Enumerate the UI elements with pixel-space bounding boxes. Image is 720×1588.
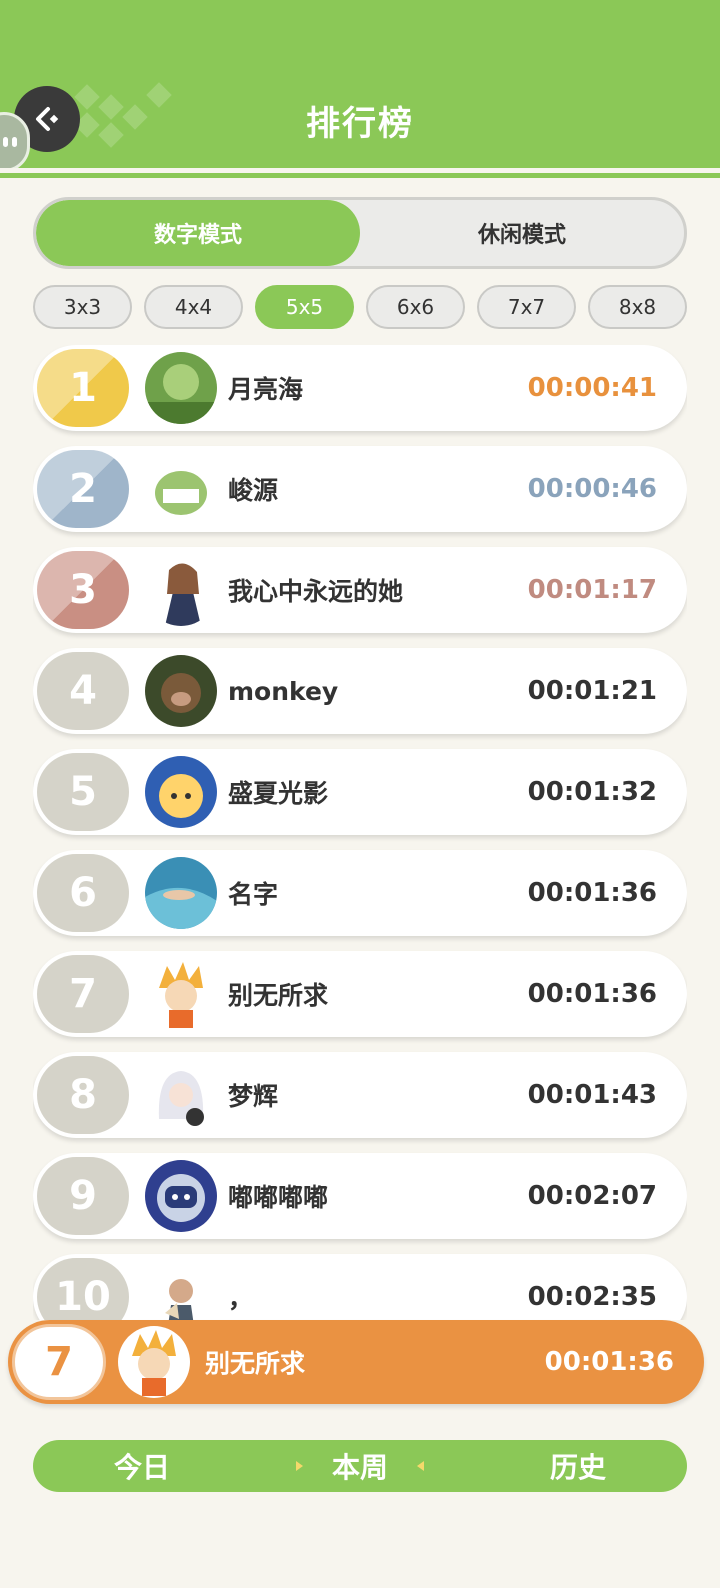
rank-badge: 6 xyxy=(37,854,129,932)
size-3x3-button[interactable]: 3x3 xyxy=(33,285,132,329)
my-finish-time: 00:01:36 xyxy=(544,1347,674,1377)
user-name: 盛夏光影 xyxy=(228,779,329,808)
rank-badge: 5 xyxy=(37,753,129,831)
tab-history[interactable]: 历史 xyxy=(469,1446,687,1486)
my-avatar xyxy=(118,1326,190,1398)
user-name: 嘟嘟嘟嘟 xyxy=(228,1183,329,1212)
rank-badge: 8 xyxy=(37,1056,129,1134)
rank-badge: 3 xyxy=(37,551,129,629)
ranking-row[interactable]: 7 别无所求 00:01:36 xyxy=(33,951,687,1037)
user-name: 名字 xyxy=(228,880,279,909)
my-rank-bar[interactable]: 7 别无所求 00:01:36 xyxy=(8,1320,704,1404)
my-rank-badge: 7 xyxy=(12,1324,106,1400)
size-4x4-button[interactable]: 4x4 xyxy=(144,285,243,329)
user-name: 月亮海 xyxy=(228,375,304,404)
ranking-row[interactable]: 9 嘟嘟嘟嘟 00:02:07 xyxy=(33,1153,687,1239)
avatar xyxy=(145,857,217,929)
avatar xyxy=(145,554,217,626)
rank-badge: 2 xyxy=(37,450,129,528)
avatar xyxy=(145,1059,217,1131)
ranking-row[interactable]: 2 峻源 00:00:46 xyxy=(33,446,687,532)
ranking-row[interactable]: 1 月亮海 00:00:41 xyxy=(33,345,687,431)
rank-badge: 9 xyxy=(37,1157,129,1235)
size-5x5-button[interactable]: 5x5 xyxy=(255,285,354,329)
user-name: 别无所求 xyxy=(228,981,329,1010)
grid-size-selector: 3x3 4x4 5x5 6x6 7x7 8x8 xyxy=(33,285,687,329)
header-bar: 排行榜 xyxy=(0,0,720,172)
rank-badge: 4 xyxy=(37,652,129,730)
ranking-row[interactable]: 3 我心中永远的她 00:01:17 xyxy=(33,547,687,633)
finish-time: 00:00:41 xyxy=(527,373,657,403)
user-name: 我心中永远的她 xyxy=(228,577,404,606)
user-name: monkey xyxy=(228,676,339,706)
rank-badge: 7 xyxy=(37,955,129,1033)
my-user-name: 别无所求 xyxy=(205,1349,306,1378)
finish-time: 00:01:17 xyxy=(527,575,657,605)
user-name: 梦辉 xyxy=(228,1082,279,1111)
finish-time: 00:01:32 xyxy=(527,777,657,807)
size-7x7-button[interactable]: 7x7 xyxy=(477,285,576,329)
ranking-row[interactable]: 5 盛夏光影 00:01:32 xyxy=(33,749,687,835)
finish-time: 00:00:46 xyxy=(527,474,657,504)
finish-time: 00:01:36 xyxy=(527,979,657,1009)
mode-toggle: 数字模式 休闲模式 xyxy=(33,197,687,269)
avatar xyxy=(145,1261,217,1320)
ranking-row[interactable]: 10 ， 00:02:35 xyxy=(33,1254,687,1320)
tab-number-mode[interactable]: 数字模式 xyxy=(36,200,360,266)
user-name: ， xyxy=(228,1284,254,1313)
avatar xyxy=(145,958,217,1030)
page-title: 排行榜 xyxy=(306,104,414,144)
finish-time: 00:01:21 xyxy=(527,676,657,706)
user-name: 峻源 xyxy=(228,476,279,505)
avatar xyxy=(145,453,217,525)
avatar xyxy=(145,352,217,424)
avatar xyxy=(145,756,217,828)
finish-time: 00:02:35 xyxy=(527,1282,657,1312)
tab-casual-mode[interactable]: 休闲模式 xyxy=(360,200,684,266)
finish-time: 00:01:36 xyxy=(527,878,657,908)
ranking-row[interactable]: 4 monkey 00:01:21 xyxy=(33,648,687,734)
ranking-row[interactable]: 8 梦辉 00:01:43 xyxy=(33,1052,687,1138)
header-divider xyxy=(0,168,720,178)
rank-badge: 1 xyxy=(37,349,129,427)
size-6x6-button[interactable]: 6x6 xyxy=(366,285,465,329)
tab-today[interactable]: 今日 xyxy=(33,1446,251,1486)
ranking-row[interactable]: 6 名字 00:01:36 xyxy=(33,850,687,936)
period-selector: 今日 本周 历史 xyxy=(33,1440,687,1492)
size-8x8-button[interactable]: 8x8 xyxy=(588,285,687,329)
rank-badge: 10 xyxy=(37,1258,129,1320)
finish-time: 00:01:43 xyxy=(527,1080,657,1110)
ranking-list[interactable]: 1 月亮海 00:00:41 2 峻源 00:00:46 3 我心中永远的她 0… xyxy=(33,345,687,1320)
finish-time: 00:02:07 xyxy=(527,1181,657,1211)
avatar xyxy=(145,1160,217,1232)
tab-this-week[interactable]: 本周 xyxy=(251,1446,469,1486)
avatar xyxy=(145,655,217,727)
